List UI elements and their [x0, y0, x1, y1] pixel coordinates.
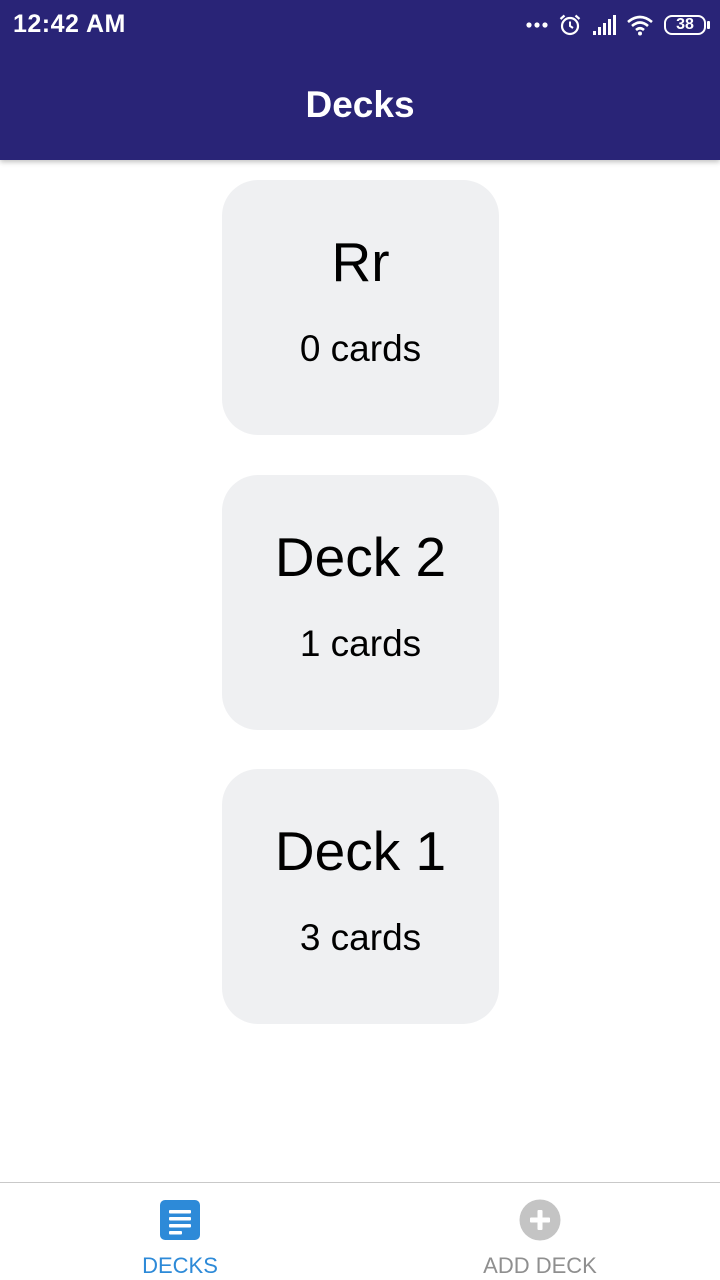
nav-tab-decks[interactable]: DECKS: [0, 1183, 360, 1280]
status-icons: 38: [526, 12, 710, 38]
deck-card-deck-2[interactable]: Deck 2 1 cards: [222, 475, 499, 730]
battery-level: 38: [676, 16, 694, 33]
list-icon: [160, 1200, 200, 1240]
signal-icon: [593, 15, 616, 35]
app-screen: 12:42 AM 38 Decks Rr 0 cards Deck 2 1 ca…: [0, 0, 720, 1280]
status-bar: 12:42 AM 38: [0, 0, 720, 50]
bottom-navigation: DECKS ADD DECK: [0, 1182, 720, 1280]
nav-label-add-deck: ADD DECK: [483, 1253, 597, 1278]
battery-icon: 38: [664, 14, 710, 36]
alarm-icon: [559, 14, 581, 36]
deck-name: Deck 2: [274, 526, 447, 588]
deck-card-count: 0 cards: [299, 328, 422, 369]
deck-card-count: 3 cards: [299, 917, 422, 958]
deck-name: Deck 1: [274, 820, 447, 882]
deck-card-count: 1 cards: [299, 623, 422, 664]
deck-name: Rr: [331, 231, 390, 293]
deck-card-rr[interactable]: Rr 0 cards: [222, 180, 499, 435]
nav-label-decks: DECKS: [142, 1253, 218, 1278]
more-dots-icon: [526, 22, 548, 28]
app-bar: 12:42 AM 38 Decks: [0, 0, 720, 160]
nav-tab-add-deck[interactable]: ADD DECK: [360, 1183, 720, 1280]
deck-list: Rr 0 cards Deck 2 1 cards Deck 1 3 cards: [0, 160, 720, 1182]
status-time: 12:42 AM: [13, 10, 126, 38]
deck-card-deck-1[interactable]: Deck 1 3 cards: [222, 769, 499, 1024]
page-title: Decks: [305, 84, 415, 125]
wifi-icon: [627, 15, 653, 36]
add-circle-icon: [519, 1199, 561, 1241]
